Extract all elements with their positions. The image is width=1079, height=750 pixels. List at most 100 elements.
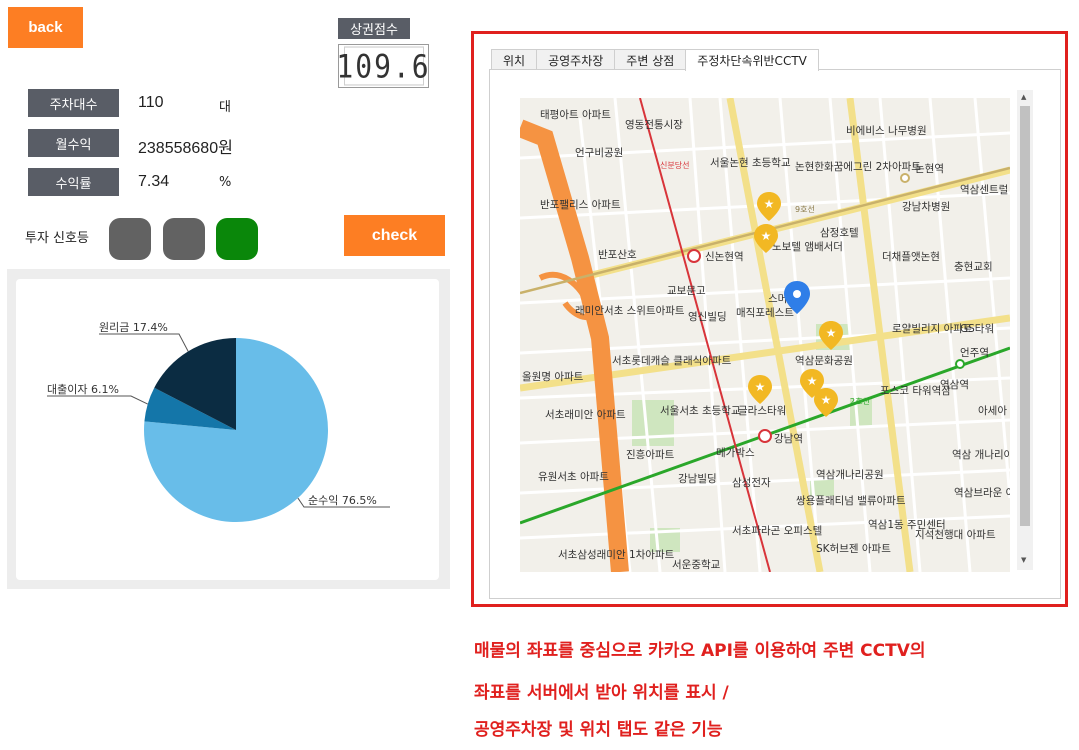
star-icon: ★ (807, 374, 818, 388)
map-label: 반포팰리스 아파트 (540, 199, 621, 211)
map-tabs: 위치 공영주차장 주변 상점 주정차단속위반CCTV (491, 49, 819, 71)
investment-signal-label: 투자 신호등 (25, 231, 89, 246)
map-label: 진흥아파트 (626, 448, 675, 461)
pie-leader-line (47, 395, 148, 405)
yeoksam-station-marker (955, 359, 965, 369)
map-label: 서운중학교 (672, 559, 721, 571)
map-label: 유원서초 아파트 (538, 471, 609, 483)
map-label: 서울논현 초등학교 (710, 157, 791, 169)
map-label: 서초삼성래미안 1차아파트 (558, 549, 675, 561)
star-icon: ★ (764, 197, 775, 211)
map-label: 영신빌딩 (688, 311, 727, 323)
map-label: 교보문고 (667, 285, 706, 297)
parking-count-label: 주차대수 (28, 89, 119, 117)
chart-card: 순수익 76.5% 대출이자 6.1% 원리금 17.4% (16, 279, 439, 580)
map-label: 2호선 (850, 397, 870, 406)
monthly-income-value: 238558680원 (138, 140, 233, 157)
scroll-down-icon[interactable]: ▼ (1021, 556, 1026, 564)
pie-slice-label: 원리금 17.4% (99, 321, 168, 334)
map-label: SK허브젠 아파트 (816, 543, 891, 555)
map-label: 반포산호 (598, 249, 637, 261)
tab-panel: 태평아트 아파트 영동전통시장 비에비스 나무병원 언구비공원 서울논현 초등학… (489, 69, 1061, 599)
map-label: 논현한화꿈에그린 2차아파트 (795, 161, 921, 173)
map-label: 영동전통시장 (625, 119, 683, 131)
gangnam-station-marker (758, 429, 772, 443)
cctv-marker[interactable]: ★ (748, 375, 772, 404)
map-label: 역삼센트럴 (960, 183, 1008, 196)
commercial-score-value: 109.6 (336, 46, 431, 86)
map-label: 충현교회 (954, 261, 993, 273)
map-label: 더채플앳논현 (882, 251, 940, 263)
signal-light-red (109, 218, 151, 260)
map-label: 서초롯데캐슬 클래식아파트 (612, 355, 732, 367)
caption-line-1: 매물의 좌표를 중심으로 카카오 API를 이용하여 주변 CCTV의 (474, 641, 926, 661)
map-scrollbar[interactable]: ▲ ▼ (1017, 90, 1033, 570)
parking-count-unit: 대 (219, 100, 231, 115)
map-label: 비에비스 나무병원 (846, 125, 927, 137)
map-label: 역삼브라운 아파트 (954, 487, 1010, 499)
map-label: 신분당선 (660, 160, 689, 170)
pie-slice-label: 대출이자 6.1% (47, 383, 119, 396)
tab-location[interactable]: 위치 (491, 49, 538, 70)
star-icon: ★ (826, 326, 837, 340)
tab-nearby-stores[interactable]: 주변 상점 (614, 49, 687, 70)
map-label: 강남차병원 (902, 201, 950, 213)
map-label: 올원명 아파트 (522, 371, 584, 383)
tab-public-parking[interactable]: 공영주차장 (536, 49, 616, 70)
map-view[interactable]: 태평아트 아파트 영동전통시장 비에비스 나무병원 언구비공원 서울논현 초등학… (520, 98, 1010, 572)
commercial-score-label: 상권점수 (338, 18, 410, 39)
map-label: 매직포레스트 (736, 307, 794, 319)
map-label: 서초파라곤 오피스텔 (732, 525, 822, 537)
caption-line-2: 좌표를 서버에서 받아 위치를 표시 / (474, 683, 729, 703)
map-label: 9호선 (795, 205, 815, 214)
back-button[interactable]: back (8, 7, 83, 48)
map-label: 역삼역 (940, 379, 969, 391)
pie-leader-line (99, 333, 189, 352)
eonju-station-marker (900, 173, 910, 183)
map-label: 강남빌딩 (678, 473, 717, 485)
chart-panel: 순수익 76.5% 대출이자 6.1% 원리금 17.4% (7, 269, 450, 589)
commercial-score-display: 109.6 (336, 44, 431, 88)
tab-cctv[interactable]: 주정차단속위반CCTV (685, 49, 819, 71)
sinnonhyeon-station-marker (687, 249, 701, 263)
map-canvas[interactable]: 태평아트 아파트 영동전통시장 비에비스 나무병원 언구비공원 서울논현 초등학… (520, 98, 1010, 572)
map-label: 지석천행대 아파트 (915, 529, 996, 541)
cctv-marker[interactable]: ★ (814, 388, 838, 417)
signal-light-yellow (163, 218, 205, 260)
map-label: 논현역 (915, 163, 944, 175)
scroll-up-icon[interactable]: ▲ (1021, 93, 1026, 101)
map-highlight-frame: 위치 공영주차장 주변 상점 주정차단속위반CCTV 태평아트 아파트 영동전통… (471, 31, 1068, 607)
scroll-thumb[interactable] (1020, 106, 1030, 526)
caption-line-3: 공영주차장 및 위치 탭도 같은 기능 (474, 720, 723, 740)
map-label: 서초래미안 아파트 (545, 409, 626, 421)
star-icon: ★ (755, 380, 766, 394)
pie-chart: 순수익 76.5% 대출이자 6.1% 원리금 17.4% (47, 321, 390, 522)
yield-unit: % (219, 175, 232, 190)
map-label: 삼정호텔 (820, 227, 859, 239)
pie-slice-label: 순수익 76.5% (308, 494, 377, 507)
map-label: 노보텔 앰배서더 (772, 241, 843, 253)
map-label: 쌍용플래티넘 밸류아파트 (796, 495, 906, 507)
check-button[interactable]: check (344, 215, 445, 256)
map-label: 강남역 (774, 433, 803, 445)
map-label: 역삼문화공원 (795, 355, 853, 367)
star-icon: ★ (821, 393, 832, 407)
star-icon: ★ (761, 229, 772, 243)
map-label: 역삼 개나리아파트 (952, 449, 1010, 461)
map-label: 역삼개나리공원 (816, 469, 884, 481)
map-label: GS타워 (960, 322, 994, 335)
monthly-income-label: 월수익 (28, 129, 119, 157)
yield-label: 수익률 (28, 168, 119, 196)
map-label: 언주역 (960, 347, 989, 359)
parking-count-value: 110 (138, 94, 164, 111)
map-label: 글라스타워 (738, 404, 786, 417)
map-label: 언구비공원 (575, 147, 623, 159)
map-label: 삼성전자 (732, 477, 771, 489)
map-label: 신논현역 (705, 251, 744, 263)
cctv-marker[interactable]: ★ (757, 192, 781, 221)
map-label: 래미안서초 스위트아파트 (575, 304, 685, 317)
yield-value: 7.34 (138, 173, 170, 190)
map-label: 메가박스 (716, 447, 755, 459)
map-label: 아세아 (978, 405, 1007, 417)
map-label: 태평아트 아파트 (540, 109, 611, 121)
